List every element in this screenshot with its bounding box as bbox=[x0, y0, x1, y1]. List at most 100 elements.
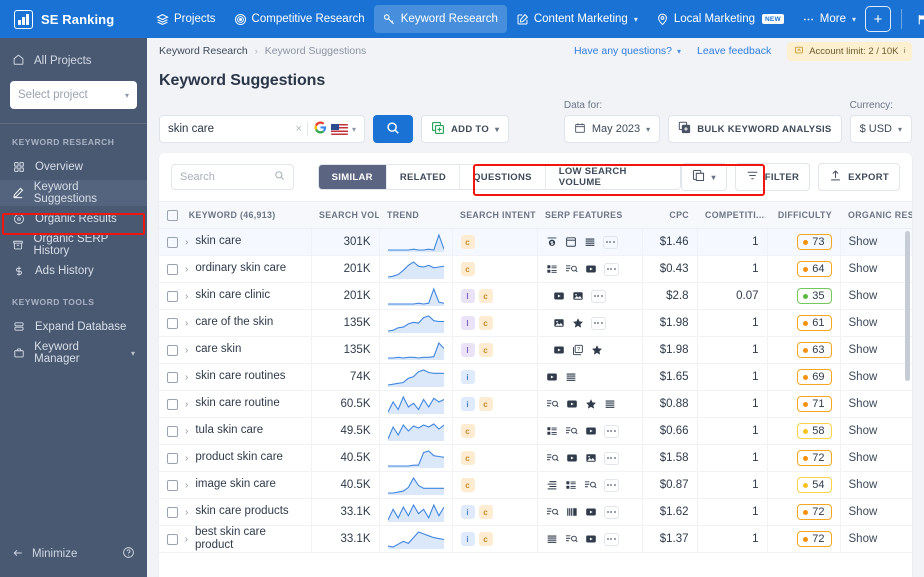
sidebar-item-ads-history[interactable]: Ads History bbox=[0, 258, 147, 284]
show-organic-results-link[interactable]: Show bbox=[849, 398, 878, 410]
more-serp-features-button[interactable] bbox=[603, 262, 619, 276]
sidebar-item-organic-results[interactable]: Organic Results bbox=[0, 206, 147, 232]
row-checkbox[interactable] bbox=[167, 263, 178, 275]
more-serp-features-button[interactable] bbox=[602, 235, 618, 249]
table-row[interactable]: › tula skin care 49.5K c $0.66 1 58 Show bbox=[159, 417, 912, 445]
row-checkbox[interactable] bbox=[167, 290, 178, 302]
chevron-right-icon[interactable]: › bbox=[185, 372, 188, 383]
chevron-right-icon[interactable]: › bbox=[185, 453, 188, 464]
leave-feedback-link[interactable]: Leave feedback bbox=[697, 45, 771, 57]
nav-item-content-marketing[interactable]: Content Marketing ▾ bbox=[507, 5, 647, 33]
table-row[interactable]: › skin care products 33.1K i c $1.62 1 72 Show bbox=[159, 498, 912, 526]
show-organic-results-link[interactable]: Show bbox=[849, 506, 878, 518]
keyword-text[interactable]: skin care routine bbox=[195, 397, 279, 410]
sidebar-minimize-button[interactable]: Minimize bbox=[12, 541, 135, 567]
keyword-text[interactable]: skin care products bbox=[195, 505, 288, 518]
show-organic-results-link[interactable]: Show bbox=[849, 344, 878, 356]
sidebar-item-overview[interactable]: Overview bbox=[0, 154, 147, 180]
nav-item-competitive-research[interactable]: Competitive Research bbox=[225, 5, 374, 33]
add-button[interactable]: + bbox=[865, 6, 891, 32]
table-row[interactable]: › care skin 135K l c? $1.98 1 63 Show bbox=[159, 336, 912, 364]
bulk-keyword-analysis-button[interactable]: BULK KEYWORD ANALYSIS bbox=[668, 115, 842, 143]
breadcrumb-parent[interactable]: Keyword Research bbox=[159, 45, 248, 57]
nav-item-local-marketing[interactable]: Local Marketing NEW bbox=[647, 5, 793, 33]
table-scrollbar[interactable] bbox=[905, 231, 910, 575]
keyword-text[interactable]: product skin care bbox=[195, 451, 283, 464]
keyword-text[interactable]: skin care routines bbox=[195, 370, 285, 383]
row-checkbox[interactable] bbox=[167, 398, 178, 410]
chevron-right-icon[interactable]: › bbox=[185, 345, 188, 356]
sidebar-item-keyword-suggestions[interactable]: Keyword Suggestions bbox=[0, 180, 147, 206]
tab-low-search-volume[interactable]: LOW SEARCH VOLUME bbox=[544, 165, 681, 189]
currency-select[interactable]: $ USD ▾ bbox=[849, 115, 912, 143]
keyword-text[interactable]: care of the skin bbox=[195, 316, 273, 329]
row-checkbox[interactable] bbox=[167, 236, 178, 248]
row-checkbox[interactable] bbox=[167, 506, 178, 518]
keyword-input[interactable]: skin care × ▾ bbox=[159, 115, 365, 143]
search-button[interactable] bbox=[373, 115, 413, 143]
row-checkbox[interactable] bbox=[167, 452, 178, 464]
clear-icon[interactable]: × bbox=[291, 123, 307, 135]
keyword-text[interactable]: skin care clinic bbox=[195, 289, 270, 302]
row-checkbox[interactable] bbox=[167, 344, 178, 356]
show-organic-results-link[interactable]: Show bbox=[849, 317, 878, 329]
sidebar-item-all-projects[interactable]: All Projects bbox=[0, 48, 147, 74]
show-organic-results-link[interactable]: Show bbox=[849, 479, 878, 491]
row-checkbox[interactable] bbox=[167, 317, 178, 329]
tab-similar[interactable]: SIMILAR bbox=[318, 165, 386, 189]
row-checkbox[interactable] bbox=[167, 479, 178, 491]
project-select[interactable]: Select project ▾ bbox=[10, 81, 137, 109]
nav-item-more[interactable]: More ▾ bbox=[793, 5, 865, 33]
tab-questions[interactable]: QUESTIONS bbox=[459, 165, 545, 189]
have-questions-link[interactable]: Have any questions? ▾ bbox=[574, 45, 681, 57]
keyword-text[interactable]: tula skin care bbox=[195, 424, 263, 437]
add-to-button[interactable]: ADD TO ▾ bbox=[421, 115, 510, 143]
help-icon[interactable] bbox=[122, 546, 135, 562]
keyword-text[interactable]: skin care bbox=[195, 235, 241, 248]
nav-item-projects[interactable]: Projects bbox=[147, 5, 225, 33]
show-organic-results-link[interactable]: Show bbox=[849, 263, 878, 275]
select-all-checkbox[interactable] bbox=[167, 209, 178, 221]
row-checkbox[interactable] bbox=[167, 371, 178, 383]
keyword-text[interactable]: care skin bbox=[195, 343, 241, 356]
more-serp-features-button[interactable] bbox=[590, 316, 606, 330]
flag-icon[interactable] bbox=[912, 9, 924, 29]
show-organic-results-link[interactable]: Show bbox=[849, 533, 878, 545]
table-row[interactable]: › skin care 301K c $1.46 1 73 Show bbox=[159, 228, 912, 256]
keyword-text[interactable]: image skin care bbox=[195, 478, 276, 491]
more-serp-features-button[interactable] bbox=[603, 451, 619, 465]
show-organic-results-link[interactable]: Show bbox=[849, 371, 878, 383]
more-serp-features-button[interactable] bbox=[603, 424, 619, 438]
table-search-input[interactable]: Search bbox=[171, 164, 294, 190]
table-row[interactable]: › image skin care 40.5K c $0.87 1 54 Show bbox=[159, 471, 912, 499]
chevron-right-icon[interactable]: › bbox=[185, 399, 188, 410]
export-button[interactable]: EXPORT bbox=[818, 163, 900, 191]
nav-item-keyword-research[interactable]: Keyword Research bbox=[373, 5, 507, 33]
more-serp-features-button[interactable] bbox=[590, 289, 606, 303]
sidebar-item-keyword-manager[interactable]: Keyword Manager ▾ bbox=[0, 340, 147, 366]
col-competition[interactable]: COMPETITI... bbox=[697, 201, 767, 229]
show-organic-results-link[interactable]: Show bbox=[849, 290, 878, 302]
table-row[interactable]: › care of the skin 135K l c $1.98 1 61 Show bbox=[159, 309, 912, 337]
show-organic-results-link[interactable]: Show bbox=[849, 452, 878, 464]
show-organic-results-link[interactable]: Show bbox=[849, 425, 878, 437]
chevron-right-icon[interactable]: › bbox=[185, 507, 188, 518]
table-row[interactable]: › skin care routines 74K i $1.65 1 69 Show bbox=[159, 363, 912, 391]
show-organic-results-link[interactable]: Show bbox=[849, 236, 878, 248]
table-row[interactable]: › skin care clinic 201K l c $2.8 0.07 35 Show bbox=[159, 282, 912, 310]
more-serp-features-button[interactable] bbox=[603, 532, 619, 546]
more-serp-features-button[interactable] bbox=[603, 478, 619, 492]
scrollbar-thumb[interactable] bbox=[905, 231, 910, 381]
col-search-volume[interactable]: SEARCH VOL. ▾ bbox=[311, 201, 379, 229]
table-row[interactable]: › product skin care 40.5K c $1.58 1 72 Show bbox=[159, 444, 912, 472]
engine-country-selector[interactable]: ▾ bbox=[314, 121, 356, 137]
chevron-right-icon[interactable]: › bbox=[185, 480, 188, 491]
chevron-right-icon[interactable]: › bbox=[185, 318, 188, 329]
table-row[interactable]: › ordinary skin care 201K c $0.43 1 64 Show bbox=[159, 255, 912, 283]
row-checkbox[interactable] bbox=[167, 533, 178, 545]
account-limit-badge[interactable]: Account limit: 2 / 10K i bbox=[787, 41, 912, 61]
columns-button[interactable]: ▾ bbox=[681, 163, 727, 191]
table-row[interactable]: › skin care routine 60.5K i c $0.88 1 71 Show bbox=[159, 390, 912, 418]
row-checkbox[interactable] bbox=[167, 425, 178, 437]
data-for-select[interactable]: May 2023 ▾ bbox=[563, 115, 661, 143]
